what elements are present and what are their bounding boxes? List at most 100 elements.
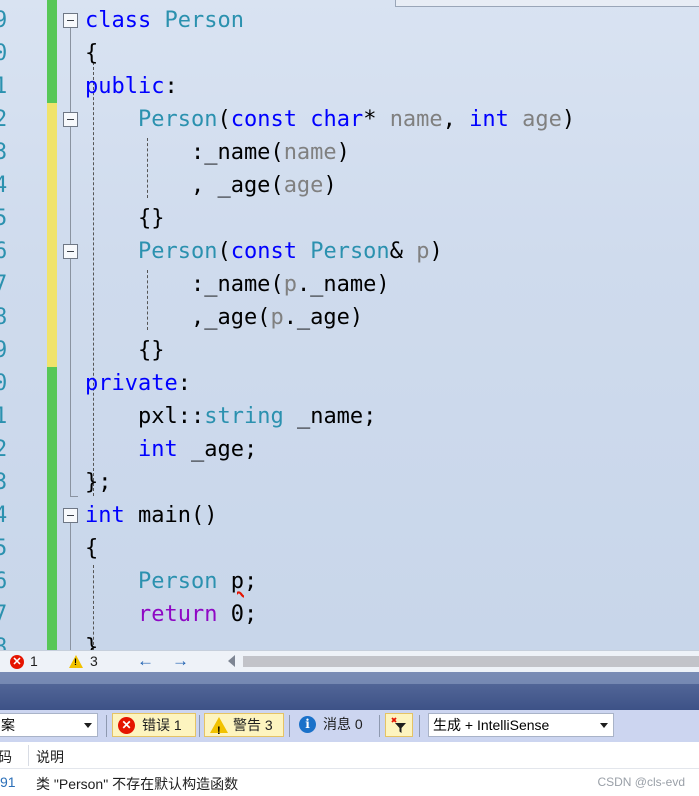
toolbar-separator xyxy=(199,715,200,737)
code-token: age xyxy=(522,107,562,132)
code-token: const xyxy=(230,239,311,264)
messages-filter-label: 消息 0 xyxy=(323,716,363,732)
code-line[interactable]: { xyxy=(85,37,98,70)
code-token: :_name( xyxy=(85,140,284,165)
code-line[interactable]: {} xyxy=(85,334,165,367)
code-token: int xyxy=(85,503,138,528)
toolbar-separator xyxy=(289,715,290,737)
code-line[interactable]: pxl::string _name; xyxy=(85,400,376,433)
error-count-icon[interactable]: ✕ xyxy=(10,655,24,669)
collapse-main-toggle[interactable] xyxy=(63,508,78,523)
code-token: Person xyxy=(164,8,244,33)
code-token: main xyxy=(137,503,191,528)
code-line[interactable]: private: xyxy=(85,367,191,400)
build-source-dropdown[interactable]: 生成 + IntelliSense xyxy=(428,713,614,737)
code-token: { xyxy=(85,536,99,561)
code-line[interactable]: Person(const char* name, int age) xyxy=(85,103,575,136)
horizontal-scrollbar-thumb[interactable] xyxy=(243,656,699,667)
code-token: p xyxy=(270,305,284,330)
code-line[interactable]: public: xyxy=(85,70,178,103)
code-line[interactable]: { xyxy=(85,532,98,565)
code-line[interactable]: int _age; xyxy=(85,433,257,466)
warning-count-icon[interactable]: ! xyxy=(69,655,83,668)
line-number: 6 xyxy=(0,239,8,264)
code-token: ) xyxy=(561,107,576,132)
clear-filter-button[interactable] xyxy=(385,713,413,737)
outline-line xyxy=(70,523,71,650)
code-token: 0; xyxy=(217,602,258,627)
watermark: CSDN @cls-evd xyxy=(597,775,685,789)
code-token: :_name( xyxy=(85,272,284,297)
line-number: 1 xyxy=(0,74,8,99)
code-line[interactable]: int main() xyxy=(85,499,217,532)
code-line[interactable]: return 0; xyxy=(85,598,257,631)
code-token: char xyxy=(310,107,364,132)
code-token: () xyxy=(190,503,218,528)
code-token: name xyxy=(283,140,337,165)
code-token: Person xyxy=(310,239,390,264)
column-header-description[interactable]: 说明 xyxy=(36,747,64,767)
code-line[interactable]: , _age(age) xyxy=(85,169,337,202)
navigate-back-icon[interactable]: ← xyxy=(137,651,154,671)
info-icon: i xyxy=(299,716,316,733)
code-token: age xyxy=(283,173,324,198)
navigate-forward-icon[interactable]: → xyxy=(172,651,189,671)
line-number: 9 xyxy=(0,338,8,363)
code-line[interactable]: }; xyxy=(85,466,112,499)
code-token: ._age) xyxy=(283,305,364,330)
collapse-copy-ctor-toggle[interactable] xyxy=(63,244,78,259)
code-token: int xyxy=(137,437,178,462)
error-count[interactable]: 1 xyxy=(30,653,38,669)
code-token: ,_age( xyxy=(85,305,271,330)
line-number: 2 xyxy=(0,437,8,462)
code-token: , xyxy=(442,107,470,132)
table-row[interactable]: 91 类 "Person" 不存在默认构造函数 CSDN @cls-evd xyxy=(0,769,699,796)
collapse-ctor-toggle[interactable] xyxy=(63,112,78,127)
change-tracking-bar xyxy=(47,0,57,650)
code-line[interactable]: class Person xyxy=(85,4,244,37)
code-token: {} xyxy=(85,206,165,231)
change-marker-saved xyxy=(47,367,57,650)
code-line[interactable]: :_name(name) xyxy=(85,136,350,169)
code-token: : xyxy=(177,371,191,396)
warning-count[interactable]: 3 xyxy=(90,653,98,669)
warnings-filter-button[interactable]: ! 警告 3 xyxy=(204,713,284,737)
change-marker-unsaved xyxy=(47,103,57,367)
column-divider[interactable] xyxy=(28,745,29,766)
code-token: p xyxy=(283,272,297,297)
line-number: 0 xyxy=(0,41,8,66)
code-token: ) xyxy=(336,140,350,165)
code-token: int xyxy=(469,107,523,132)
error-squiggle-token: p xyxy=(230,569,244,594)
line-number: 4 xyxy=(0,173,8,198)
code-line[interactable]: } xyxy=(85,631,98,650)
scope-dropdown[interactable]: 案 xyxy=(0,713,98,737)
code-line[interactable]: :_name(p._name) xyxy=(85,268,390,301)
code-token: ) xyxy=(323,173,337,198)
line-number: 8 xyxy=(0,305,8,330)
code-line[interactable]: Person(const Person& p) xyxy=(85,235,443,268)
line-number: 5 xyxy=(0,536,8,561)
code-token: return xyxy=(137,602,218,627)
errors-filter-label: 错误 1 xyxy=(142,717,182,733)
code-token: class xyxy=(85,8,165,33)
code-token: Person xyxy=(137,107,218,132)
warnings-filter-label: 警告 3 xyxy=(233,717,273,733)
messages-filter-button[interactable]: i 消息 0 xyxy=(296,713,372,737)
code-line[interactable]: Person p; xyxy=(85,565,257,598)
errors-filter-button[interactable]: ✕ 错误 1 xyxy=(112,713,196,737)
code-line[interactable]: ,_age(p._age) xyxy=(85,301,363,334)
code-line[interactable]: {} xyxy=(85,202,165,235)
code-token: Person xyxy=(137,239,218,264)
toolbar-separator xyxy=(419,715,420,737)
collapse-class-toggle[interactable] xyxy=(63,13,78,28)
scroll-left-icon[interactable] xyxy=(228,655,235,667)
code-token: pxl:: xyxy=(85,404,205,429)
column-header-code[interactable]: 码 xyxy=(0,747,12,767)
code-token: ( xyxy=(217,239,231,264)
code-editor[interactable]: 9 0 1 2 3 4 5 6 7 8 9 0 1 2 3 4 5 6 7 8 class Person {public… xyxy=(0,0,699,650)
line-number: 3 xyxy=(0,140,8,165)
